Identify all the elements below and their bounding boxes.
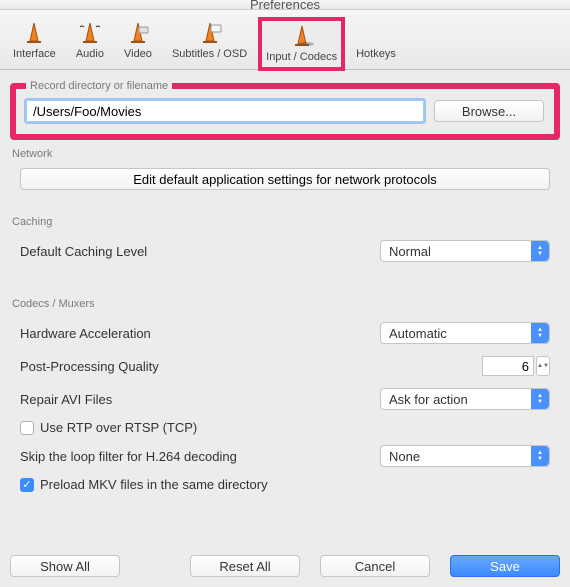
mkv-checkbox[interactable]: ✓	[20, 478, 34, 492]
prefs-content: Record directory or filename Browse... N…	[0, 70, 570, 514]
rtp-label: Use RTP over RTSP (TCP)	[40, 420, 197, 435]
codecs-section-label: Codecs / Muxers	[12, 298, 558, 310]
cone-icon	[196, 18, 224, 48]
window-titlebar: Preferences	[0, 0, 570, 10]
cone-icon	[20, 18, 48, 48]
tab-subtitles[interactable]: Subtitles / OSD	[163, 13, 256, 69]
tab-hotkeys[interactable]: Hotkeys	[347, 13, 405, 69]
repair-select[interactable]: Ask for action ▲▼	[380, 388, 550, 410]
tab-input-codecs[interactable]: Input / Codecs	[258, 17, 345, 71]
cone-icon	[76, 18, 104, 48]
footer-buttons: Show All Reset All Cancel Save	[10, 555, 560, 577]
browse-button[interactable]: Browse...	[434, 100, 544, 122]
updown-icon: ▲▼	[531, 389, 549, 409]
hwaccel-select[interactable]: Automatic ▲▼	[380, 322, 550, 344]
prefs-toolbar: Interface Audio Video Subtitles / OSD In…	[0, 10, 570, 70]
cone-icon	[124, 18, 152, 48]
tab-label: Hotkeys	[356, 48, 396, 60]
tab-interface[interactable]: Interface	[4, 13, 65, 69]
select-value: Automatic	[389, 326, 447, 341]
postproc-stepper[interactable]: ▲▼	[536, 356, 550, 376]
reset-all-button[interactable]: Reset All	[190, 555, 300, 577]
tab-label: Input / Codecs	[266, 51, 337, 63]
save-button[interactable]: Save	[450, 555, 560, 577]
record-legend: Record directory or filename	[26, 80, 172, 92]
postproc-label: Post-Processing Quality	[20, 359, 159, 374]
updown-icon: ▲▼	[531, 446, 549, 466]
tab-label: Subtitles / OSD	[172, 48, 247, 60]
show-all-button[interactable]: Show All	[10, 555, 120, 577]
network-protocols-button[interactable]: Edit default application settings for ne…	[20, 168, 550, 190]
select-value: Normal	[389, 244, 431, 259]
tab-video[interactable]: Video	[115, 13, 161, 69]
tab-label: Video	[124, 48, 152, 60]
mkv-label: Preload MKV files in the same directory	[40, 477, 268, 492]
postproc-input[interactable]	[482, 356, 534, 376]
cancel-button[interactable]: Cancel	[320, 555, 430, 577]
tab-audio[interactable]: Audio	[67, 13, 113, 69]
updown-icon: ▲▼	[531, 323, 549, 343]
record-group: Record directory or filename Browse...	[10, 80, 560, 140]
loopfilter-select[interactable]: None ▲▼	[380, 445, 550, 467]
loopfilter-label: Skip the loop filter for H.264 decoding	[20, 449, 237, 464]
record-path-input[interactable]	[26, 100, 424, 122]
rtp-checkbox[interactable]	[20, 421, 34, 435]
caching-level-label: Default Caching Level	[20, 244, 147, 259]
updown-icon: ▲▼	[531, 241, 549, 261]
network-section-label: Network	[12, 148, 558, 160]
select-value: Ask for action	[389, 392, 468, 407]
caching-section-label: Caching	[12, 216, 558, 228]
repair-label: Repair AVI Files	[20, 392, 112, 407]
hwaccel-label: Hardware Acceleration	[20, 326, 151, 341]
cone-icon	[288, 21, 316, 51]
window-title: Preferences	[250, 0, 320, 10]
caching-level-select[interactable]: Normal ▲▼	[380, 240, 550, 262]
tab-label: Interface	[13, 48, 56, 60]
tab-label: Audio	[76, 48, 104, 60]
select-value: None	[389, 449, 420, 464]
